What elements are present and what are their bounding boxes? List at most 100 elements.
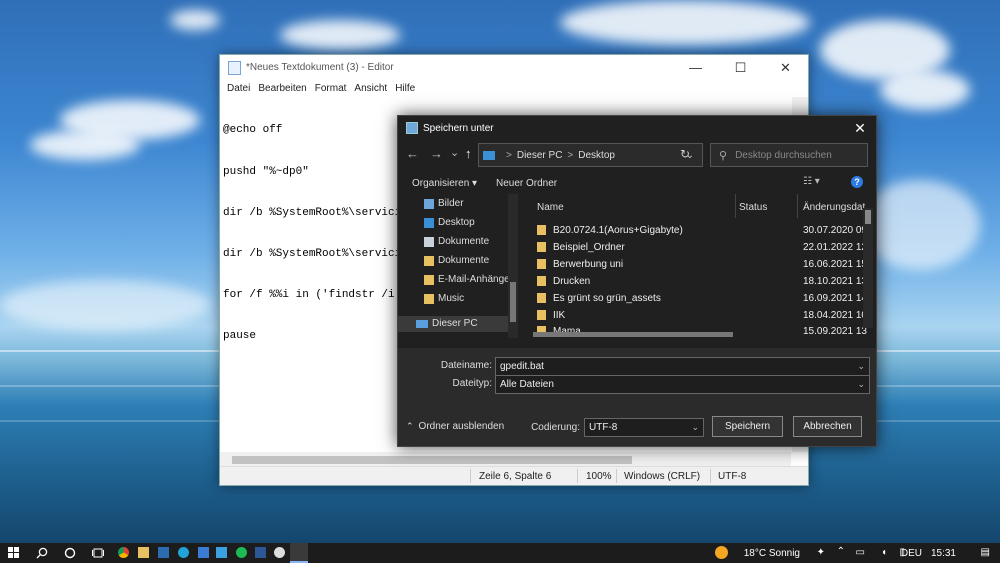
help-icon[interactable]: ?	[851, 176, 863, 188]
breadcrumb-dieser-pc[interactable]: Dieser PC	[517, 150, 563, 161]
column-header-status[interactable]: Status	[739, 202, 767, 213]
tree-item-dokumente-2[interactable]: Dokumente	[424, 255, 489, 266]
column-divider[interactable]	[735, 194, 736, 218]
menu-format[interactable]: Format	[315, 83, 347, 94]
status-position: Zeile 6, Spalte 6	[479, 471, 552, 482]
file-row[interactable]: Es grünt so grün_assets 16.09.2021 14	[523, 291, 867, 307]
status-zoom: 100%	[586, 471, 612, 482]
search-icon[interactable]	[36, 547, 48, 559]
spotify-icon[interactable]	[236, 547, 247, 558]
file-name: Drucken	[553, 276, 591, 287]
scrollbar-thumb[interactable]	[510, 282, 516, 322]
up-arrow-icon[interactable]: ↑	[465, 146, 472, 161]
store-icon[interactable]	[198, 547, 209, 558]
chevron-down-icon[interactable]: ⌄	[857, 361, 865, 372]
breadcrumb-separator: >	[506, 149, 512, 161]
language-indicator[interactable]: DEU	[901, 548, 922, 559]
file-list-vertical-scrollbar[interactable]	[863, 208, 873, 328]
weather-text[interactable]: 18°C Sonnig	[744, 548, 800, 559]
tree-item-music[interactable]: Music	[424, 293, 464, 304]
photos-icon[interactable]	[216, 547, 227, 558]
people-icon[interactable]: ✦	[817, 547, 825, 558]
notepad-titlebar[interactable]: *Neues Textdokument (3) - Editor — ☐ ✕	[220, 55, 808, 80]
notification-icon[interactable]: ▤	[981, 547, 990, 558]
mail-icon[interactable]	[158, 547, 169, 558]
volume-icon[interactable]: ◖	[881, 547, 887, 558]
dialog-toolbar: Organisieren ▾ Neuer Ordner ☷ ▾ ?	[398, 174, 876, 192]
menu-ansicht[interactable]: Ansicht	[354, 83, 387, 94]
dialog-close-button[interactable]: ✕	[844, 120, 876, 137]
file-row[interactable]: Drucken 18.10.2021 13	[523, 274, 867, 290]
menu-hilfe[interactable]: Hilfe	[395, 83, 415, 94]
notepad-menubar: Datei Bearbeiten Format Ansicht Hilfe	[220, 80, 808, 97]
tree-item-desktop[interactable]: Desktop	[424, 217, 475, 228]
tree-item-dokumente[interactable]: Dokumente	[424, 236, 489, 247]
filename-label: Dateiname:	[440, 360, 492, 371]
file-row[interactable]: Berwerbung uni 16.06.2021 15	[523, 257, 867, 273]
column-divider[interactable]	[797, 194, 798, 218]
refresh-icon[interactable]: ↻	[680, 147, 690, 161]
tree-item-email-anhaenge[interactable]: E-Mail-Anhänge	[424, 274, 510, 285]
dialog-titlebar[interactable]: Speichern unter ✕	[398, 116, 876, 140]
file-list-horizontal-scrollbar[interactable]	[533, 330, 833, 338]
file-row[interactable]: IIK 18.04.2021 10	[523, 308, 867, 324]
new-folder-button[interactable]: Neuer Ordner	[496, 178, 557, 189]
file-name: IIK	[553, 310, 566, 321]
column-header-name[interactable]: Name	[537, 202, 564, 213]
tree-item-dieser-pc[interactable]: Dieser PC	[416, 318, 478, 329]
file-explorer-icon[interactable]	[138, 547, 149, 558]
scrollbar-thumb[interactable]	[533, 332, 733, 337]
tree-scrollbar[interactable]	[508, 194, 518, 338]
search-box[interactable]: ⚲ Desktop durchsuchen	[710, 143, 868, 167]
cortana-icon[interactable]	[64, 547, 76, 559]
weather-sun-icon[interactable]	[715, 546, 728, 559]
chrome-icon[interactable]	[118, 547, 129, 558]
chevron-down-icon[interactable]: ⌄	[857, 379, 865, 390]
scrollbar-thumb[interactable]	[232, 456, 632, 464]
tree-item-label: Desktop	[438, 217, 475, 228]
file-row[interactable]: Beispiel_Ordner 22.01.2022 12	[523, 240, 867, 256]
folder-icon	[537, 242, 546, 252]
maximize-button[interactable]: ☐	[718, 55, 763, 80]
chevron-down-icon[interactable]: ⌄	[691, 422, 699, 433]
filetype-select[interactable]: Alle Dateien ⌄	[495, 375, 870, 394]
minimize-button[interactable]: —	[673, 55, 718, 80]
close-button[interactable]: ✕	[763, 55, 808, 80]
file-date: 16.09.2021 14	[803, 293, 867, 304]
encoding-select[interactable]: UTF-8 ⌄	[584, 418, 704, 437]
folder-icon	[537, 225, 546, 235]
network-icon[interactable]: ▭	[856, 547, 865, 558]
tree-item-bilder[interactable]: Bilder	[424, 198, 464, 209]
scrollbar-thumb[interactable]	[865, 210, 871, 224]
hide-folders-toggle[interactable]: ⌃ Ordner ausblenden	[406, 421, 504, 432]
edge-icon[interactable]	[178, 547, 189, 558]
back-arrow-icon[interactable]: ←	[406, 146, 419, 161]
chevron-up-icon: ⌃	[406, 421, 414, 431]
clock[interactable]: 15:31	[931, 548, 956, 559]
address-bar[interactable]: > Dieser PC > Desktop ⌄	[478, 143, 703, 167]
organize-button[interactable]: Organisieren ▾	[412, 178, 477, 189]
notepad-taskbar-icon[interactable]	[290, 543, 308, 563]
windows-start-icon[interactable]	[8, 547, 19, 558]
save-button[interactable]: Speichern	[712, 416, 783, 437]
save-as-dialog: Speichern unter ✕ ← → ⌄ ↑ > Dieser PC > …	[397, 115, 877, 447]
breadcrumb-desktop[interactable]: Desktop	[578, 150, 615, 161]
filename-field[interactable]: gpedit.bat ⌄	[495, 357, 870, 376]
menu-datei[interactable]: Datei	[227, 83, 250, 94]
chevron-up-icon[interactable]: ⌃	[837, 546, 845, 557]
cancel-button[interactable]: Abbrechen	[793, 416, 862, 437]
tree-item-label: Dokumente	[438, 236, 490, 247]
file-name: Berwerbung uni	[553, 259, 624, 270]
recent-locations-chevron-icon[interactable]: ⌄	[450, 146, 459, 159]
task-view-icon[interactable]	[92, 547, 104, 558]
pictures-folder-icon	[424, 198, 434, 209]
app-icon[interactable]	[274, 547, 285, 558]
forward-arrow-icon[interactable]: →	[430, 146, 443, 161]
menu-bearbeiten[interactable]: Bearbeiten	[258, 83, 306, 94]
word-icon[interactable]	[255, 547, 266, 558]
file-name: B20.0724.1(Aorus+Gigabyte)	[553, 225, 683, 236]
file-row[interactable]: B20.0724.1(Aorus+Gigabyte) 30.07.2020 09	[523, 223, 867, 239]
view-options-icon[interactable]: ☷ ▾	[803, 176, 820, 187]
filetype-label: Dateityp:	[452, 378, 492, 389]
column-header-date[interactable]: Änderungsdat	[803, 202, 865, 213]
